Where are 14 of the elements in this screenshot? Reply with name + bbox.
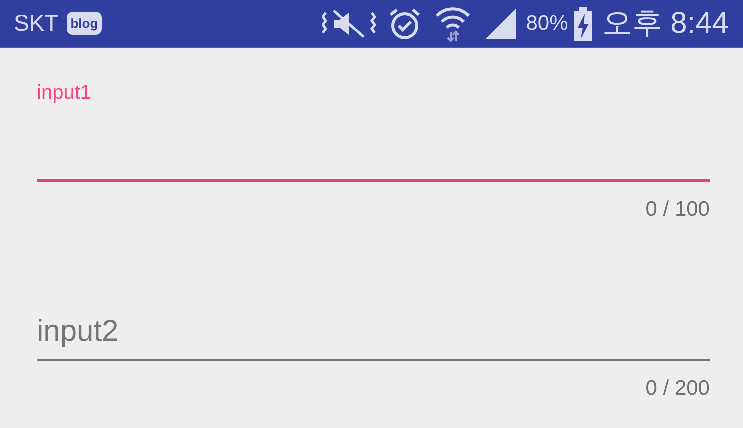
wifi-icon: [434, 4, 472, 42]
carrier-name: SKT: [14, 10, 59, 37]
field-label: input2: [37, 315, 119, 349]
battery-charging-icon: [574, 6, 592, 40]
battery-percentage: 80%: [526, 12, 568, 36]
signal-icon: [484, 6, 518, 40]
clock: 오후 8:44: [602, 6, 729, 42]
character-counter: 0 / 100: [646, 198, 710, 222]
text-field[interactable]: input2: [37, 288, 710, 361]
field-label: input1: [37, 82, 92, 105]
alarm-clock-icon: [388, 6, 422, 40]
text-field[interactable]: input1: [37, 82, 710, 182]
blog-badge: blog: [66, 12, 102, 35]
character-counter: 0 / 200: [646, 377, 710, 401]
